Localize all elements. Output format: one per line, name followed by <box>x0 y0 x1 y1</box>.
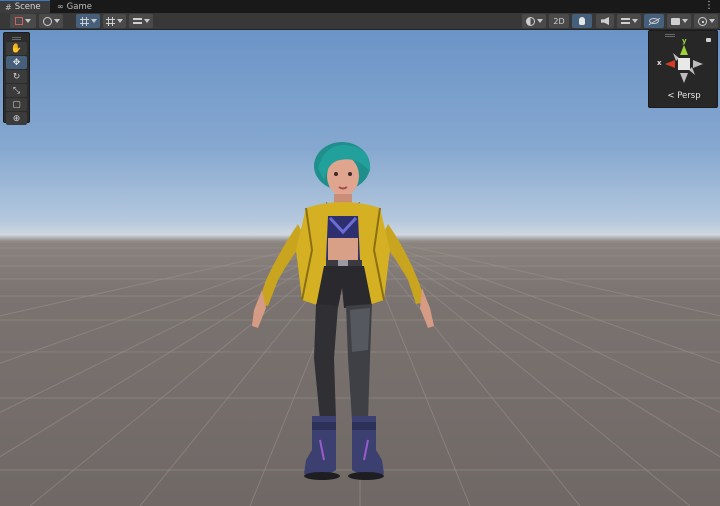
chevron-down-icon <box>708 19 715 23</box>
rect-icon: ▢ <box>12 99 21 110</box>
draw-mode-dropdown[interactable] <box>10 14 36 28</box>
grid-icon <box>79 16 89 26</box>
grid-visibility-dropdown[interactable] <box>76 14 100 28</box>
camera-icon <box>670 17 680 25</box>
move-arrows-icon: ✥ <box>12 57 21 68</box>
lightbulb-icon <box>579 17 585 25</box>
more-options-icon[interactable]: ⋮ <box>704 0 714 13</box>
gizmos-dropdown[interactable] <box>694 14 718 28</box>
rotate-icon: ↻ <box>12 71 21 82</box>
eye-slash-icon <box>649 18 659 24</box>
x-axis-label: x <box>657 59 662 67</box>
chevron-down-icon <box>143 19 150 23</box>
scale-tool-button[interactable]: ⤡ <box>6 84 27 97</box>
hand-tool-button[interactable]: ✋ <box>6 42 27 55</box>
chevron-down-icon <box>681 19 688 23</box>
chevron-down-icon <box>25 19 31 23</box>
tab-scene[interactable]: # Scene <box>0 0 50 13</box>
scale-icon: ⤡ <box>12 85 21 96</box>
speaker-icon <box>601 17 609 25</box>
chevron-down-icon <box>536 19 543 23</box>
effects-dropdown[interactable] <box>617 14 641 28</box>
draw-mode-icon <box>15 17 23 25</box>
chevron-down-icon <box>90 19 97 23</box>
effects-icon <box>620 17 630 25</box>
shading-mode-dropdown[interactable] <box>522 14 546 28</box>
rotate-tool-button[interactable]: ↻ <box>6 70 27 83</box>
toggle-2d-label: 2D <box>553 16 565 26</box>
increment-snap-icon <box>132 17 142 25</box>
chevron-down-icon <box>117 19 123 23</box>
orientation-gizmo[interactable]: y x < Persp <box>648 30 718 108</box>
pivot-global-dropdown[interactable] <box>39 14 63 28</box>
camera-settings-dropdown[interactable] <box>667 14 691 28</box>
hash-icon: # <box>5 2 12 12</box>
snap-grid-icon <box>106 16 115 26</box>
chevron-down-icon <box>53 19 60 23</box>
hand-icon: ✋ <box>10 43 23 54</box>
scene-viewport[interactable] <box>0 30 720 506</box>
increment-snap-dropdown[interactable] <box>129 14 153 28</box>
projection-toggle[interactable]: < Persp <box>649 91 719 101</box>
hidden-objects-toggle[interactable] <box>644 14 664 28</box>
tab-game[interactable]: ∞ Game <box>52 0 98 13</box>
character-model[interactable] <box>240 140 440 485</box>
gamepad-icon: ∞ <box>57 2 64 11</box>
gizmo-icon <box>697 16 707 26</box>
rect-tool-button[interactable]: ▢ <box>6 98 27 111</box>
toggle-2d-button[interactable]: 2D <box>549 14 569 28</box>
audio-toggle[interactable] <box>596 14 614 28</box>
lighting-toggle[interactable] <box>572 14 592 28</box>
tab-scene-label: Scene <box>14 2 41 12</box>
tool-palette: ✋ ✥ ↻ ⤡ ▢ ⊕ <box>3 32 30 125</box>
transform-icon: ⊕ <box>12 113 21 124</box>
tab-game-label: Game <box>66 1 92 12</box>
grid-snapping-dropdown[interactable] <box>103 14 126 28</box>
chevron-down-icon <box>631 19 638 23</box>
scene-toolbar: 2D <box>0 13 720 30</box>
globe-icon <box>42 16 52 26</box>
shading-sphere-icon <box>525 16 535 26</box>
y-axis-label: y <box>682 37 687 45</box>
move-tool-button[interactable]: ✥ <box>6 56 27 69</box>
transform-tool-button[interactable]: ⊕ <box>6 112 27 125</box>
window-tab-bar: # Scene ∞ Game ⋮ <box>0 0 720 13</box>
drag-handle-icon[interactable] <box>12 37 21 40</box>
